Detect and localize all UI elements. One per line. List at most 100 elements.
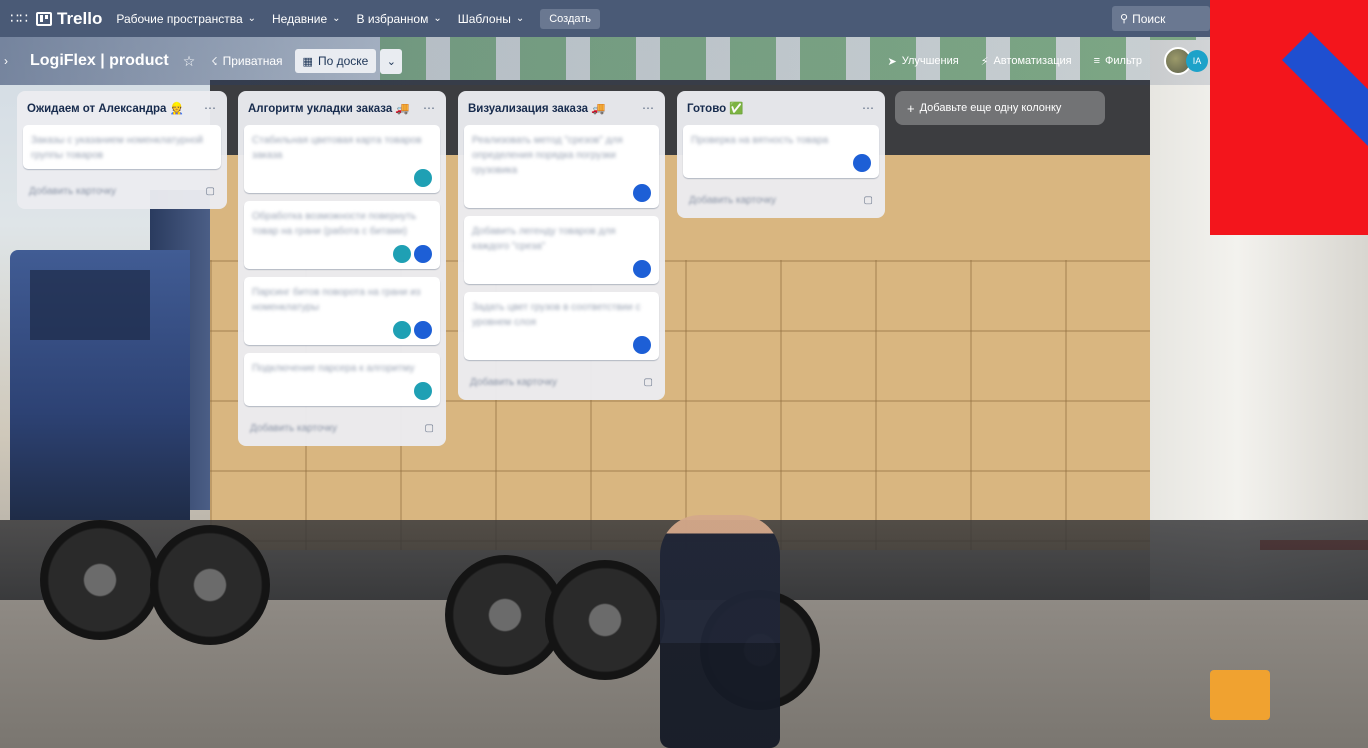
member-avatar-ia[interactable]: IA xyxy=(1186,50,1208,72)
card-members xyxy=(691,154,871,172)
list-card[interactable]: Заказы с указанием номенклатурной группы… xyxy=(23,125,221,169)
card-members xyxy=(472,336,651,354)
card-template-icon[interactable]: ▢ xyxy=(425,423,434,434)
list-card[interactable]: Подключение парсера к алгоритму xyxy=(244,353,440,406)
add-card-button[interactable]: Добавить карточку ▢ xyxy=(464,368,659,396)
card-members xyxy=(252,169,432,187)
list-header: Визуализация заказа 🚚 ⋯ xyxy=(464,91,659,125)
member-avatar[interactable] xyxy=(853,154,871,172)
add-card-label: Добавить карточку xyxy=(29,185,116,197)
nav-recent-label: Недавние xyxy=(272,11,328,26)
automation-button[interactable]: ⚡ Автоматизация xyxy=(981,55,1072,68)
card-title: Реализовать метод "срезов" для определен… xyxy=(472,135,623,176)
nav-templates[interactable]: Шаблоны ⌄ xyxy=(458,12,524,26)
list-card[interactable]: Проверка на вятность товара xyxy=(683,125,879,178)
add-card-label: Добавить карточку xyxy=(250,422,337,434)
card-title: Парсинг битов поворота на грани из номен… xyxy=(252,287,421,313)
view-switcher-dropdown[interactable]: ⌄ xyxy=(380,48,403,74)
card-title: Проверка на вятность товара xyxy=(691,135,829,146)
nav-templates-label: Шаблоны xyxy=(457,11,511,26)
board-title[interactable]: LogiFlex | product xyxy=(30,52,169,70)
card-members xyxy=(252,321,432,339)
chevron-down-icon: ⌄ xyxy=(515,13,525,24)
list-card[interactable]: Задать цвет грузов в соответствии с уров… xyxy=(464,292,659,360)
top-header: ∷∷ Trello Рабочие пространства ⌄ Недавни… xyxy=(0,0,1368,37)
lightning-icon: ⚡ xyxy=(980,55,989,68)
member-avatar[interactable] xyxy=(414,245,432,263)
brand-slash-shape xyxy=(1282,31,1368,202)
list-title[interactable]: Визуализация заказа 🚚 xyxy=(468,101,606,115)
member-avatar[interactable] xyxy=(414,382,432,400)
card-title: Подключение парсера к алгоритму xyxy=(252,363,415,374)
list-card[interactable]: Обработка возможности повернуть товар на… xyxy=(244,201,440,269)
card-template-icon[interactable]: ▢ xyxy=(644,377,653,388)
member-avatar[interactable] xyxy=(393,245,411,263)
card-template-icon[interactable]: ▢ xyxy=(864,195,873,206)
card-members xyxy=(252,382,432,400)
app-switcher-icon[interactable]: ∷∷ xyxy=(8,8,30,30)
member-avatar[interactable] xyxy=(633,184,651,202)
card-members xyxy=(472,184,651,202)
star-icon[interactable]: ☆ xyxy=(183,53,196,70)
list-card[interactable]: Добавить легенду товаров для каждого "ср… xyxy=(464,216,659,284)
visibility-button[interactable]: ☇ Приватная xyxy=(211,54,282,68)
board-view-button[interactable]: ▦ По доске xyxy=(294,49,377,73)
list-card[interactable]: Реализовать метод "срезов" для определен… xyxy=(464,125,659,208)
member-avatar[interactable] xyxy=(633,336,651,354)
list-order-visualization: Визуализация заказа 🚚 ⋯ Реализовать мето… xyxy=(458,91,665,400)
background-cab-window xyxy=(30,270,150,340)
brand-logo-overlay xyxy=(1210,0,1368,235)
card-title: Заказы с указанием номенклатурной группы… xyxy=(31,135,204,161)
rocket-icon: ➤ xyxy=(887,55,897,68)
chevron-down-icon: ⌄ xyxy=(332,13,341,24)
visibility-label: Приватная xyxy=(222,54,283,68)
chevron-down-icon: ⌄ xyxy=(433,13,442,24)
plus-icon: + xyxy=(907,100,915,116)
member-avatar[interactable] xyxy=(393,321,411,339)
list-menu-icon[interactable]: ⋯ xyxy=(642,101,655,115)
list-menu-icon[interactable]: ⋯ xyxy=(862,101,875,115)
trello-logo[interactable]: Trello xyxy=(36,9,102,29)
background-wheel xyxy=(40,520,160,640)
list-menu-icon[interactable]: ⋯ xyxy=(204,101,217,115)
list-card[interactable]: Парсинг битов поворота на грани из номен… xyxy=(244,277,440,345)
card-title: Обработка возможности повернуть товар на… xyxy=(252,211,417,237)
board-header: › LogiFlex | product ☆ ☇ Приватная ▦ По … xyxy=(0,37,1210,85)
nav-starred[interactable]: В избранном ⌄ xyxy=(357,12,442,26)
list-title[interactable]: Алгоритм укладки заказа 🚚 xyxy=(248,101,410,115)
list-title[interactable]: Готово ✅ xyxy=(687,101,744,115)
create-button[interactable]: Создать xyxy=(540,8,601,29)
logo-text: Trello xyxy=(57,8,103,28)
upgrades-button[interactable]: ➤ Улучшения xyxy=(887,55,958,68)
sidebar-toggle-icon[interactable]: › xyxy=(4,54,18,68)
nav-recent[interactable]: Недавние ⌄ xyxy=(272,12,341,26)
card-template-icon[interactable]: ▢ xyxy=(206,186,215,197)
list-card[interactable]: Стабильная цветовая карта товаров заказа xyxy=(244,125,440,193)
list-menu-icon[interactable]: ⋯ xyxy=(423,101,436,115)
board-view-label: По доске xyxy=(317,54,369,68)
list-title[interactable]: Ожидаем от Александра 👷 xyxy=(27,101,184,115)
upgrades-label: Улучшения xyxy=(901,55,959,67)
filter-button[interactable]: ≡ Фильтр xyxy=(1094,55,1142,67)
nav-workspaces[interactable]: Рабочие пространства ⌄ xyxy=(116,12,256,26)
board-actions: ➤ Улучшения ⚡ Автоматизация ≡ Фильтр IA xyxy=(887,37,1210,85)
background-wheel xyxy=(545,560,665,680)
nav-starred-label: В избранном xyxy=(356,11,429,26)
add-card-button[interactable]: Добавить карточку ▢ xyxy=(23,177,221,205)
filter-label: Фильтр xyxy=(1105,55,1142,67)
list-done: Готово ✅ ⋯ Проверка на вятность товара Д… xyxy=(677,91,885,218)
member-avatar[interactable] xyxy=(633,260,651,278)
filter-icon: ≡ xyxy=(1093,55,1101,67)
list-header: Алгоритм укладки заказа 🚚 ⋯ xyxy=(244,91,440,125)
add-card-label: Добавить карточку xyxy=(689,194,776,206)
add-card-button[interactable]: Добавить карточку ▢ xyxy=(683,186,879,214)
background-person xyxy=(660,515,780,748)
search-input[interactable]: ⚲ Поиск xyxy=(1112,6,1210,31)
search-icon: ⚲ xyxy=(1120,13,1129,25)
list-header: Ожидаем от Александра 👷 ⋯ xyxy=(23,91,221,125)
member-avatar[interactable] xyxy=(414,169,432,187)
member-avatar[interactable] xyxy=(414,321,432,339)
add-card-button[interactable]: Добавить карточку ▢ xyxy=(244,414,440,442)
add-list-button[interactable]: + Добавьте еще одну колонку xyxy=(895,91,1105,125)
board-view-icon: ▦ xyxy=(302,55,313,68)
